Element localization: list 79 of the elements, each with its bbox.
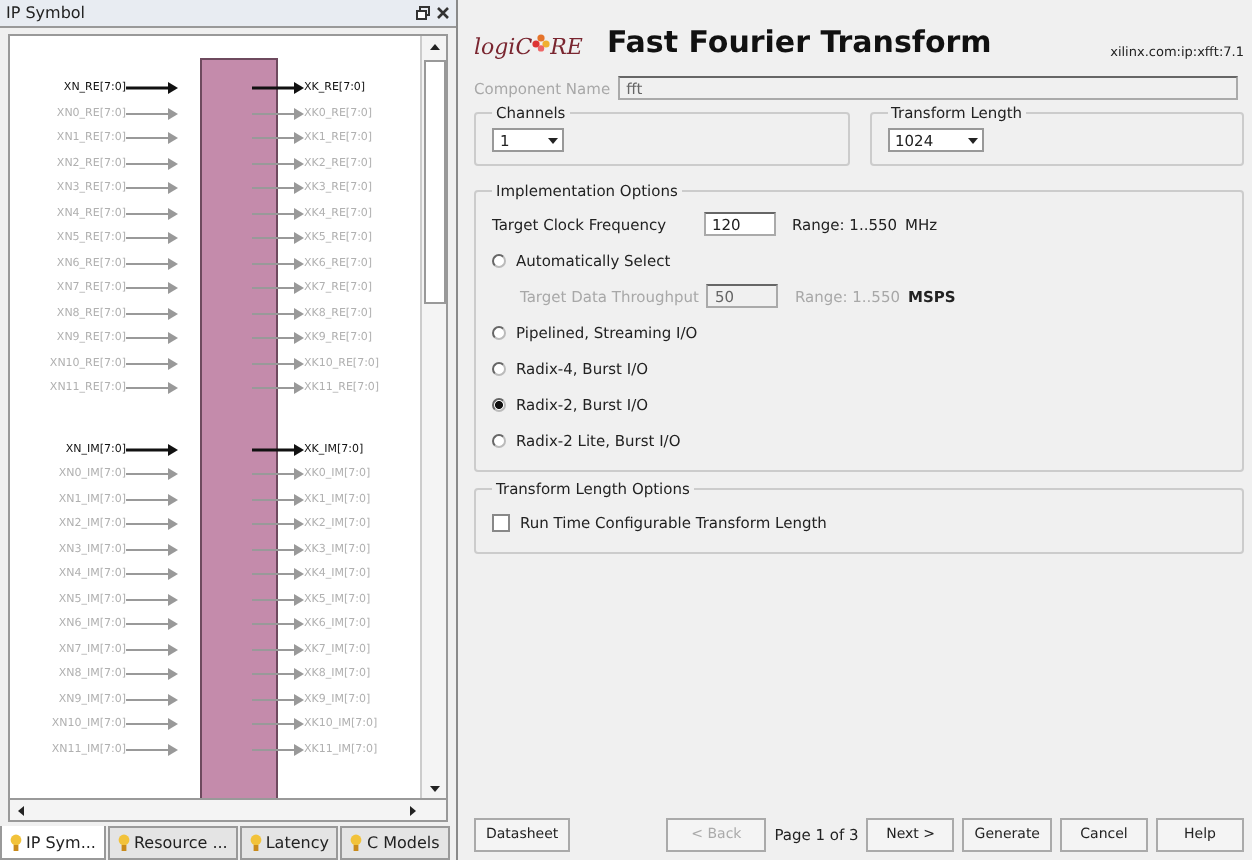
lightbulb-icon <box>350 834 363 852</box>
pin-arrow-icon <box>252 543 304 556</box>
scroll-down-icon[interactable] <box>429 785 439 791</box>
pin-arrow-icon <box>126 718 178 731</box>
radio-icon[interactable] <box>492 253 506 267</box>
vertical-scrollbar[interactable] <box>420 36 446 798</box>
pin-arrow-icon <box>252 593 304 606</box>
panel-tab[interactable]: C Models <box>340 826 450 860</box>
logo: logiC RE <box>474 34 583 60</box>
pin-arrow-icon <box>252 357 304 370</box>
pin-arrow-icon <box>252 232 304 245</box>
dropdown-arrow-icon <box>967 137 977 143</box>
radio-icon[interactable] <box>492 397 506 411</box>
pin-arrow-icon <box>126 107 178 120</box>
scroll-right-icon[interactable] <box>409 805 415 815</box>
pin-arrow-icon <box>126 593 178 606</box>
pin-arrow-icon <box>252 468 304 481</box>
pin-arrow-icon <box>252 643 304 656</box>
pin-arrow-icon <box>126 157 178 170</box>
pin-arrow-icon <box>126 382 178 395</box>
close-icon[interactable] <box>436 6 450 20</box>
pin-arrow-icon <box>126 257 178 270</box>
lightbulb-icon <box>249 834 262 852</box>
scroll-left-icon[interactable] <box>17 805 23 815</box>
pin-arrow-icon <box>252 743 304 756</box>
panel-title: IP Symbol <box>6 4 86 22</box>
pin-arrow-icon <box>126 282 178 295</box>
lightbulb-icon <box>117 834 130 852</box>
pin-arrow-icon <box>126 357 178 370</box>
radio-icon[interactable] <box>492 361 506 375</box>
pin-arrow-icon <box>126 518 178 531</box>
pin-arrow-icon <box>252 157 304 170</box>
panel-tab[interactable]: Latency <box>239 826 339 860</box>
pin-arrow-icon <box>126 693 178 706</box>
pin-arrow-icon <box>126 468 178 481</box>
pin-arrow-icon <box>126 568 178 581</box>
pin-arrow-icon <box>126 493 178 506</box>
pin-arrow-icon <box>126 232 178 245</box>
lightbulb-icon <box>10 833 22 851</box>
pin-arrow-icon <box>126 82 178 95</box>
pin-arrow-icon <box>252 382 304 395</box>
pin-arrow-icon <box>126 132 178 145</box>
radio-icon[interactable] <box>492 325 506 339</box>
panel-tab[interactable]: Resource ... <box>107 826 238 860</box>
pin-arrow-icon <box>126 207 178 220</box>
pin-arrow-icon <box>252 282 304 295</box>
pin-arrow-icon <box>126 443 178 456</box>
pin-arrow-icon <box>252 332 304 345</box>
pin-arrow-icon <box>126 668 178 681</box>
panel-tab[interactable]: IP Sym... <box>0 826 106 860</box>
pin-arrow-icon <box>252 718 304 731</box>
pin-arrow-icon <box>252 493 304 506</box>
dialog-title: Fast Fourier Transform <box>606 24 992 60</box>
pin-arrow-icon <box>252 257 304 270</box>
pin-arrow-icon <box>126 743 178 756</box>
pin-arrow-icon <box>126 332 178 345</box>
pin-arrow-icon <box>252 182 304 195</box>
pin-arrow-icon <box>252 518 304 531</box>
pin-arrow-icon <box>126 643 178 656</box>
pin-arrow-icon <box>126 182 178 195</box>
radio-icon[interactable] <box>492 433 506 447</box>
pin-arrow-icon <box>126 618 178 631</box>
pin-arrow-icon <box>252 107 304 120</box>
pin-arrow-icon <box>126 307 178 320</box>
scroll-up-icon[interactable] <box>429 43 439 49</box>
restore-icon[interactable] <box>416 6 430 20</box>
pin-arrow-icon <box>252 668 304 681</box>
horizontal-scrollbar[interactable] <box>8 800 448 822</box>
pin-arrow-icon <box>252 307 304 320</box>
flower-icon <box>532 34 551 52</box>
pin-arrow-icon <box>252 207 304 220</box>
pin-arrow-icon <box>126 543 178 556</box>
pin-arrow-icon <box>252 82 304 95</box>
pin-arrow-icon <box>252 443 304 456</box>
dropdown-arrow-icon <box>548 137 558 143</box>
pin-arrow-icon <box>252 693 304 706</box>
pin-arrow-icon <box>252 618 304 631</box>
pin-arrow-icon <box>252 568 304 581</box>
pin-arrow-icon <box>252 132 304 145</box>
